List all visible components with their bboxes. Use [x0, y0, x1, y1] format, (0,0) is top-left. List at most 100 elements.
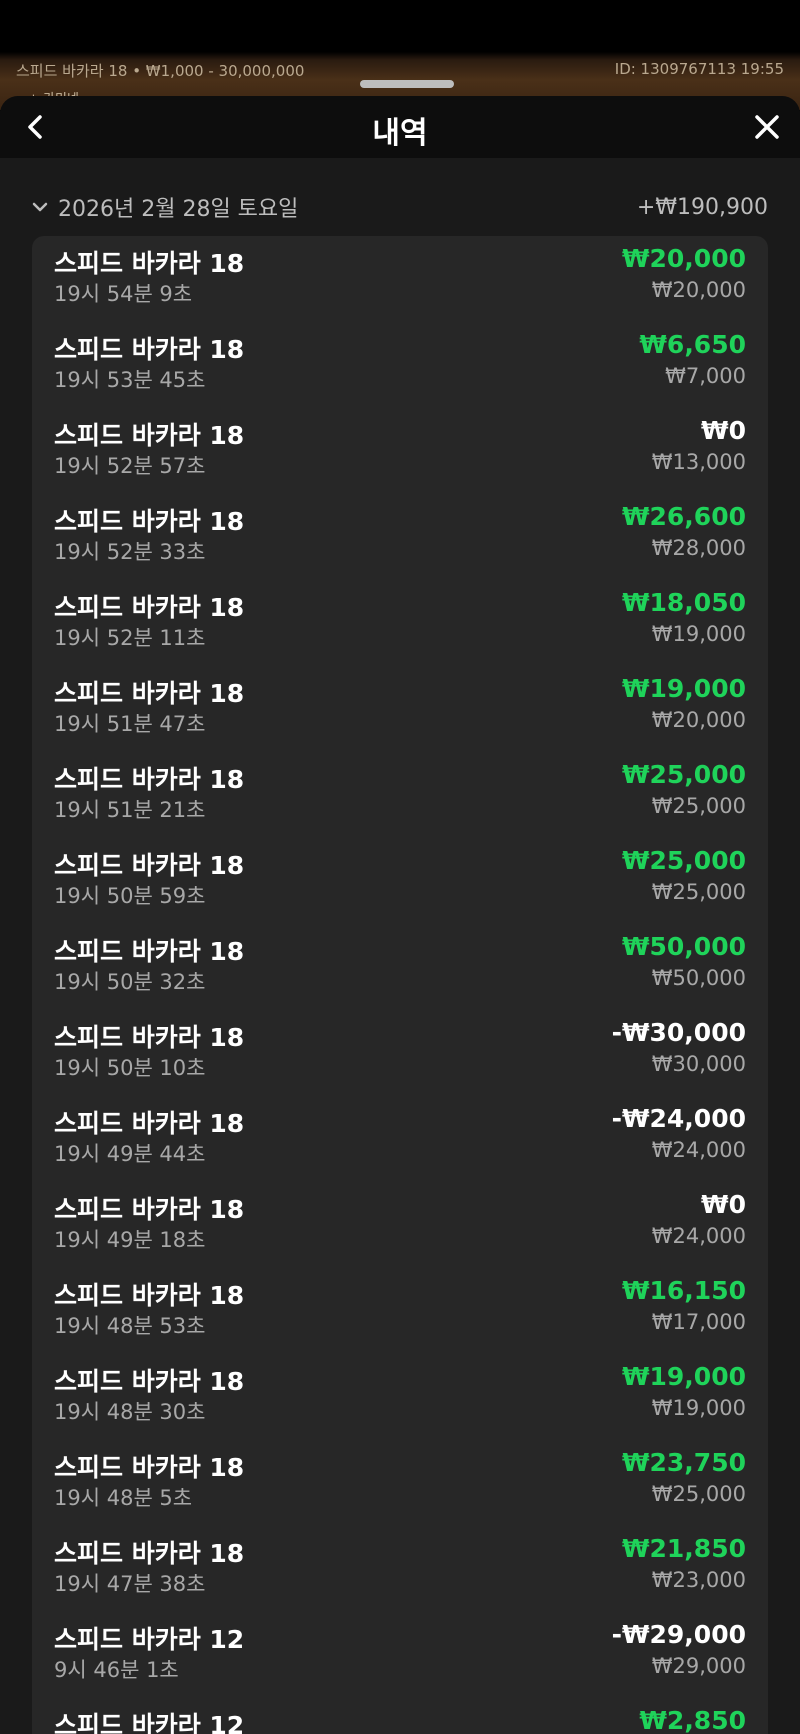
transaction-time: 19시 53분 45초: [54, 368, 206, 392]
transaction-payout: ₩16,150: [621, 1276, 746, 1305]
transaction-row[interactable]: 스피드 바카라 18 19시 47분 38초 ₩21,850 ₩23,000: [32, 1526, 768, 1612]
transaction-time: 19시 48분 5초: [54, 1486, 193, 1510]
transaction-row[interactable]: 스피드 바카라 12 9시 46분 1초 -₩29,000 ₩29,000: [32, 1612, 768, 1698]
transaction-game-name: 스피드 바카라 18: [54, 937, 245, 966]
transaction-payout: ₩20,000: [621, 244, 746, 273]
transaction-row[interactable]: 스피드 바카라 18 19시 52분 11초 ₩18,050 ₩19,000: [32, 580, 768, 666]
transaction-game-name: 스피드 바카라 18: [54, 1195, 245, 1224]
transaction-time: 19시 47분 38초: [54, 1572, 206, 1596]
transaction-time: 19시 51분 21초: [54, 798, 206, 822]
transaction-stake: ₩25,000: [651, 794, 746, 818]
transaction-payout: ₩0: [701, 1190, 746, 1219]
transaction-time: 9시 46분 1초: [54, 1658, 179, 1682]
transaction-payout: ₩18,050: [621, 588, 746, 617]
transaction-stake: ₩20,000: [651, 708, 746, 732]
transaction-row[interactable]: 스피드 바카라 18 19시 49분 18초 ₩0 ₩24,000: [32, 1182, 768, 1268]
transaction-payout: ₩19,000: [621, 1362, 746, 1391]
transaction-stake: ₩19,000: [651, 1396, 746, 1420]
sheet-drag-handle[interactable]: [360, 80, 454, 88]
transaction-time: 19시 52분 57초: [54, 454, 206, 478]
transaction-stake: ₩25,000: [651, 880, 746, 904]
transaction-row[interactable]: 스피드 바카라 18 19시 48분 53초 ₩16,150 ₩17,000: [32, 1268, 768, 1354]
close-icon: [755, 115, 779, 139]
transaction-time: 19시 48분 30초: [54, 1400, 206, 1424]
transaction-game-name: 스피드 바카라 18: [54, 249, 245, 278]
transaction-payout: -₩24,000: [611, 1104, 746, 1133]
transaction-time: 19시 51분 47초: [54, 712, 206, 736]
game-background-strip: 스피드 바카라 18 • ₩1,000 - 30,000,000 ID: 130…: [0, 0, 800, 110]
transaction-time: 19시 49분 18초: [54, 1228, 206, 1252]
transaction-stake: ₩13,000: [651, 450, 746, 474]
transaction-row[interactable]: 스피드 바카라 18 19시 50분 32초 ₩50,000 ₩50,000: [32, 924, 768, 1010]
transaction-row[interactable]: 스피드 바카라 18 19시 52분 57초 ₩0 ₩13,000: [32, 408, 768, 494]
transaction-game-name: 스피드 바카라 18: [54, 421, 245, 450]
transaction-payout: ₩6,650: [639, 330, 746, 359]
transaction-payout: ₩25,000: [621, 760, 746, 789]
day-date: 2026년 2월 28일 토요일: [58, 197, 299, 222]
transaction-stake: ₩17,000: [651, 1310, 746, 1334]
transaction-stake: ₩23,000: [651, 1568, 746, 1592]
transaction-time: 19시 52분 33초: [54, 540, 206, 564]
transaction-list: 스피드 바카라 18 19시 54분 9초 ₩20,000 ₩20,000 스피드 바카…: [32, 236, 768, 1734]
history-sheet: 내역 2026년 2월 28일 토요일 +₩190,900 스피드 바카라 18…: [0, 96, 800, 1734]
transaction-row[interactable]: 스피드 바카라 18 19시 48분 5초 ₩23,750 ₩25,000: [32, 1440, 768, 1526]
transaction-row[interactable]: 스피드 바카라 18 19시 49분 44초 -₩24,000 ₩24,000: [32, 1096, 768, 1182]
transaction-game-name: 스피드 바카라 12: [54, 1625, 245, 1654]
transaction-game-name: 스피드 바카라 18: [54, 679, 245, 708]
day-group-header[interactable]: 2026년 2월 28일 토요일 +₩190,900: [32, 192, 768, 222]
transaction-row[interactable]: 스피드 바카라 18 19시 51분 47초 ₩19,000 ₩20,000: [32, 666, 768, 752]
transaction-game-name: 스피드 바카라 18: [54, 1023, 245, 1052]
day-total: +₩190,900: [636, 194, 768, 220]
transaction-payout: ₩26,600: [621, 502, 746, 531]
sheet-header: 내역: [0, 96, 800, 158]
chevron-down-icon: [32, 202, 48, 212]
transaction-time: 19시 50분 32초: [54, 970, 206, 994]
transaction-payout: -₩30,000: [611, 1018, 746, 1047]
transaction-stake: ₩7,000: [665, 364, 746, 388]
transaction-payout: ₩25,000: [621, 846, 746, 875]
transaction-game-name: 스피드 바카라 18: [54, 1453, 245, 1482]
transaction-stake: ₩25,000: [651, 1482, 746, 1506]
transaction-stake: ₩24,000: [651, 1138, 746, 1162]
transaction-game-name: 스피드 바카라 18: [54, 335, 245, 364]
transaction-time: 19시 52분 11초: [54, 626, 206, 650]
transaction-payout: -₩29,000: [611, 1620, 746, 1649]
transaction-payout: ₩19,000: [621, 674, 746, 703]
transaction-row[interactable]: 스피드 바카라 18 19시 54분 9초 ₩20,000 ₩20,000: [32, 236, 768, 322]
transaction-row[interactable]: 스피드 바카라 18 19시 53분 45초 ₩6,650 ₩7,000: [32, 322, 768, 408]
transaction-payout: ₩0: [701, 416, 746, 445]
transaction-time: 19시 50분 59초: [54, 884, 206, 908]
transaction-stake: ₩29,000: [651, 1654, 746, 1678]
transaction-row[interactable]: 스피드 바카라 18 19시 48분 30초 ₩19,000 ₩19,000: [32, 1354, 768, 1440]
transaction-game-name: 스피드 바카라 18: [54, 1367, 245, 1396]
transaction-payout: ₩2,850: [639, 1706, 746, 1734]
close-button[interactable]: [748, 108, 786, 146]
transaction-game-name: 스피드 바카라 18: [54, 593, 245, 622]
transaction-game-name: 스피드 바카라 12: [54, 1711, 245, 1734]
transaction-payout: ₩21,850: [621, 1534, 746, 1563]
transaction-row[interactable]: 스피드 바카라 18 19시 50분 59초 ₩25,000 ₩25,000: [32, 838, 768, 924]
transaction-row[interactable]: 스피드 바카라 18 19시 50분 10초 -₩30,000 ₩30,000: [32, 1010, 768, 1096]
round-id-text: ID: 1309767113 19:55: [614, 60, 784, 78]
transaction-stake: ₩20,000: [651, 278, 746, 302]
transaction-time: 19시 48분 53초: [54, 1314, 206, 1338]
transaction-stake: ₩30,000: [651, 1052, 746, 1076]
transaction-payout: ₩50,000: [621, 932, 746, 961]
transaction-game-name: 스피드 바카라 18: [54, 765, 245, 794]
transaction-game-name: 스피드 바카라 18: [54, 1281, 245, 1310]
transaction-stake: ₩50,000: [651, 966, 746, 990]
transaction-payout: ₩23,750: [621, 1448, 746, 1477]
transaction-game-name: 스피드 바카라 18: [54, 507, 245, 536]
transaction-time: 19시 49분 44초: [54, 1142, 206, 1166]
transaction-stake: ₩28,000: [651, 536, 746, 560]
page-title: 내역: [372, 116, 428, 151]
transaction-row[interactable]: 스피드 바카라 18 19시 52분 33초 ₩26,600 ₩28,000: [32, 494, 768, 580]
transaction-game-name: 스피드 바카라 18: [54, 1109, 245, 1138]
transaction-row[interactable]: 스피드 바카라 12 ₩2,850: [32, 1698, 768, 1734]
transaction-stake: ₩24,000: [651, 1224, 746, 1248]
transaction-game-name: 스피드 바카라 18: [54, 851, 245, 880]
transaction-row[interactable]: 스피드 바카라 18 19시 51분 21초 ₩25,000 ₩25,000: [32, 752, 768, 838]
transaction-time: 19시 50분 10초: [54, 1056, 206, 1080]
transaction-stake: ₩19,000: [651, 622, 746, 646]
transaction-game-name: 스피드 바카라 18: [54, 1539, 245, 1568]
